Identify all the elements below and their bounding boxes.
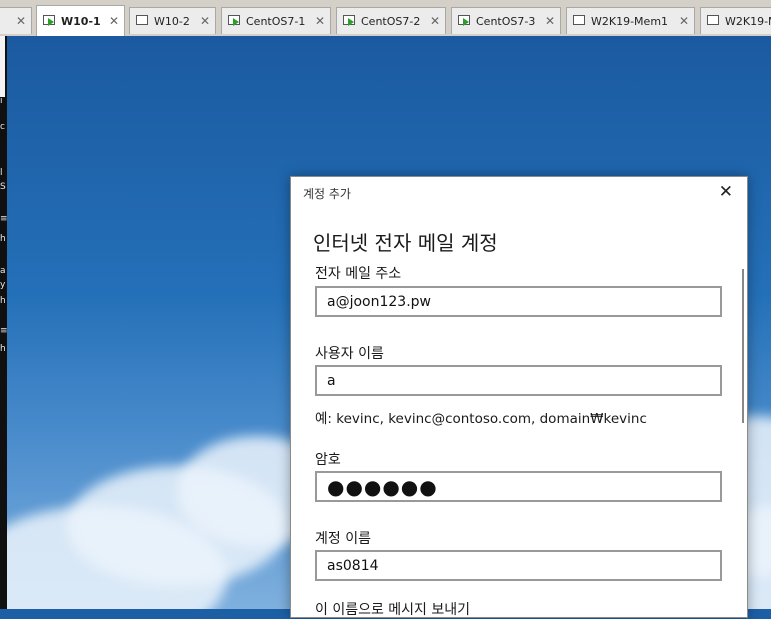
vm-running-icon [343, 15, 357, 27]
vm-tab-w2k19-m[interactable]: W2K19-M [700, 7, 771, 34]
close-icon[interactable]: ✕ [679, 14, 689, 28]
vm-tab-w2k19-mem1[interactable]: W2K19-Mem1 ✕ [566, 7, 695, 34]
vm-running-icon [458, 15, 472, 27]
panel-text-fragment: h [0, 344, 6, 354]
panel-text-fragment: h [0, 296, 6, 306]
password-field[interactable]: ●●●●●● [315, 471, 722, 502]
panel-text-fragment: y [0, 280, 6, 290]
tab-label: W2K19-Mem1 [591, 14, 669, 28]
dialog-title: 계정 추가 [303, 187, 351, 201]
close-icon[interactable]: ✕ [109, 14, 119, 28]
account-name-field[interactable]: as0814 [315, 550, 722, 581]
panel-text-fragment: ≡ [0, 214, 7, 224]
close-icon[interactable]: ✕ [315, 14, 325, 28]
dialog-scrollbar[interactable] [742, 269, 744, 423]
close-icon[interactable]: ✕ [200, 14, 210, 28]
send-as-label: 이 이름으로 메시지 보내기 [315, 602, 471, 618]
tab-label: CentOS7-1 [246, 14, 306, 28]
close-icon[interactable]: ✕ [16, 14, 26, 28]
left-panel-edge: i c l S ≡ h a y h ≡ h [0, 36, 7, 609]
password-label: 암호 [315, 452, 341, 468]
account-name-label: 계정 이름 [315, 531, 371, 547]
vm-tab-centos7-3[interactable]: CentOS7-3 ✕ [451, 7, 561, 34]
panel-text-fragment: ≡ [0, 326, 7, 336]
close-icon[interactable]: ✕ [719, 182, 733, 202]
email-label: 전자 메일 주소 [315, 266, 402, 282]
panel-text-fragment: a [0, 266, 6, 276]
page-title: 인터넷 전자 메일 계정 [313, 231, 498, 255]
vm-tab-w10-1[interactable]: W10-1 ✕ [36, 5, 125, 36]
email-field[interactable]: a@joon123.pw [315, 286, 722, 317]
username-label: 사용자 이름 [315, 346, 384, 362]
panel-strip [0, 36, 5, 97]
vm-running-icon [43, 15, 57, 27]
vm-tab-previous[interactable]: ✕ [0, 7, 32, 34]
vm-tab-centos7-2[interactable]: CentOS7-2 ✕ [336, 7, 446, 34]
panel-text-fragment: l [0, 168, 3, 178]
panel-text-fragment: h [0, 234, 6, 244]
username-hint: 예: kevinc, kevinc@contoso.com, domain₩ke… [315, 411, 647, 427]
vm-tab-strip: ✕ W10-1 ✕ W10-2 ✕ CentOS7-1 ✕ CentOS7-2 … [0, 0, 771, 37]
tab-label: W10-2 [154, 14, 190, 28]
tab-label: W10-1 [61, 14, 101, 28]
vm-tab-centos7-1[interactable]: CentOS7-1 ✕ [221, 7, 331, 34]
panel-text-fragment: S [0, 182, 6, 192]
tab-label: CentOS7-2 [361, 14, 421, 28]
vm-icon [573, 15, 587, 27]
add-account-dialog: 계정 추가 ✕ 인터넷 전자 메일 계정 전자 메일 주소 a@joon123.… [290, 176, 748, 618]
tab-label: CentOS7-3 [476, 14, 536, 28]
vm-icon [136, 15, 150, 27]
vm-tab-w10-2[interactable]: W10-2 ✕ [129, 7, 216, 34]
panel-text-fragment: c [0, 122, 5, 132]
vm-icon [707, 15, 721, 27]
username-field[interactable]: a [315, 365, 722, 396]
vm-running-icon [228, 15, 242, 27]
close-icon[interactable]: ✕ [430, 14, 440, 28]
close-icon[interactable]: ✕ [545, 14, 555, 28]
panel-text-fragment: i [0, 96, 3, 106]
tab-label: W2K19-M [725, 14, 771, 28]
